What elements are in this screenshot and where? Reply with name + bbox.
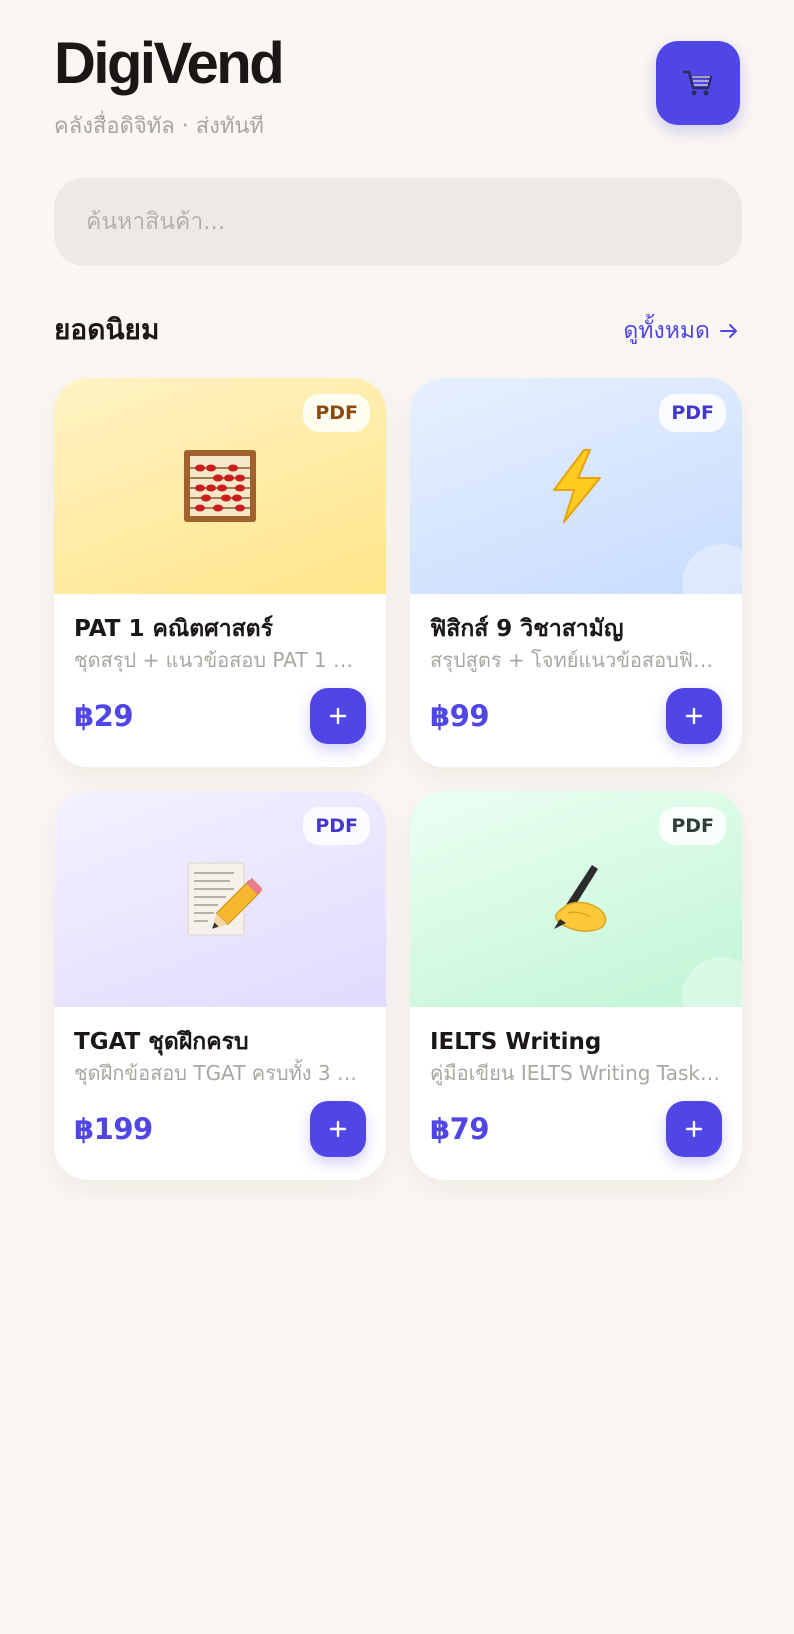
product-price: ฿79 bbox=[430, 1112, 490, 1146]
writing-hand-icon bbox=[554, 865, 607, 932]
brand-title: DigiVend bbox=[54, 31, 285, 96]
header: DigiVend คลังสื่อดิจิทัล · ส่งทันที bbox=[54, 0, 740, 160]
file-type-badge: PDF bbox=[303, 394, 370, 432]
product-footer: ฿29 bbox=[74, 688, 366, 744]
product-grid: PDF PAT 1 คณิตศาสตร์ ชุดสรุป + แนวข้อสอบ… bbox=[54, 378, 742, 1180]
product-title: PAT 1 คณิตศาสตร์ bbox=[74, 616, 273, 642]
product-description: ชุดสรุป + แนวข้อสอบ PAT 1 คณิตศาสตร์ bbox=[74, 648, 366, 672]
product-price: ฿99 bbox=[430, 699, 490, 733]
search-input[interactable] bbox=[86, 209, 710, 235]
cart-icon bbox=[682, 70, 713, 96]
memo-pencil-icon bbox=[187, 862, 262, 936]
product-title: ฟิสิกส์ 9 วิชาสามัญ bbox=[430, 616, 624, 642]
search-bar[interactable] bbox=[54, 178, 742, 266]
add-to-cart-button[interactable] bbox=[310, 688, 366, 744]
see-all-label: ดูทั้งหมด bbox=[623, 318, 710, 344]
product-media: PDF bbox=[54, 791, 386, 1007]
product-body: IELTS Writing คู่มือเขียน IELTS Writing … bbox=[410, 1007, 742, 1157]
add-to-cart-button[interactable] bbox=[666, 688, 722, 744]
file-type-badge: PDF bbox=[659, 807, 726, 845]
product-media: PDF bbox=[410, 791, 742, 1037]
section-title: ยอดนิยม bbox=[54, 313, 160, 346]
add-to-cart-button[interactable] bbox=[310, 1101, 366, 1157]
product-description: ชุดฝึกข้อสอบ TGAT ครบทั้ง 3 พาร์ท bbox=[74, 1061, 366, 1085]
see-all-link[interactable]: ดูทั้งหมด bbox=[623, 314, 740, 348]
app-screen: DigiVend คลังสื่อดิจิทัล · ส่งทันที ยอดน… bbox=[0, 0, 794, 1634]
product-media: PDF bbox=[54, 378, 386, 594]
product-footer: ฿199 bbox=[74, 1101, 366, 1157]
product-description: สรุปสูตร + โจทย์แนวข้อสอบฟิสิกส์ bbox=[430, 648, 722, 672]
abacus-icon bbox=[184, 450, 256, 522]
plus-icon bbox=[685, 1120, 703, 1138]
product-price: ฿199 bbox=[74, 1112, 153, 1146]
file-type-badge: PDF bbox=[303, 807, 370, 845]
product-footer: ฿79 bbox=[430, 1101, 722, 1157]
add-to-cart-button[interactable] bbox=[666, 1101, 722, 1157]
lightning-icon bbox=[553, 449, 601, 523]
plus-icon bbox=[329, 1120, 347, 1138]
product-body: TGAT ชุดฝึกครบ ชุดฝึกข้อสอบ TGAT ครบทั้ง… bbox=[54, 1007, 386, 1157]
product-media: PDF bbox=[410, 378, 742, 624]
product-card[interactable]: PDF bbox=[54, 378, 386, 767]
cart-button[interactable] bbox=[656, 41, 740, 125]
file-type-badge: PDF bbox=[659, 394, 726, 432]
product-price: ฿29 bbox=[74, 699, 134, 733]
product-footer: ฿99 bbox=[430, 688, 722, 744]
plus-icon bbox=[329, 707, 347, 725]
product-title: IELTS Writing bbox=[430, 1029, 602, 1055]
plus-icon bbox=[685, 707, 703, 725]
product-description: คู่มือเขียน IELTS Writing Task 1 & 2 bbox=[430, 1061, 722, 1085]
product-body: ฟิสิกส์ 9 วิชาสามัญ สรุปสูตร + โจทย์แนวข… bbox=[410, 594, 742, 744]
product-card[interactable]: PDF bbox=[54, 791, 386, 1180]
product-card[interactable]: PDF ฟิสิกส์ 9 วิชาสามัญ สรุปสูตร + โจทย์… bbox=[410, 378, 742, 767]
product-body: PAT 1 คณิตศาสตร์ ชุดสรุป + แนวข้อสอบ PAT… bbox=[54, 594, 386, 744]
product-card[interactable]: PDF IELTS Writing คู่มือเขียน IELTS Writ… bbox=[410, 791, 742, 1180]
product-title: TGAT ชุดฝึกครบ bbox=[74, 1029, 249, 1055]
brand-subtitle: คลังสื่อดิจิทัล · ส่งทันที bbox=[54, 114, 264, 139]
arrow-right-icon bbox=[720, 324, 737, 338]
